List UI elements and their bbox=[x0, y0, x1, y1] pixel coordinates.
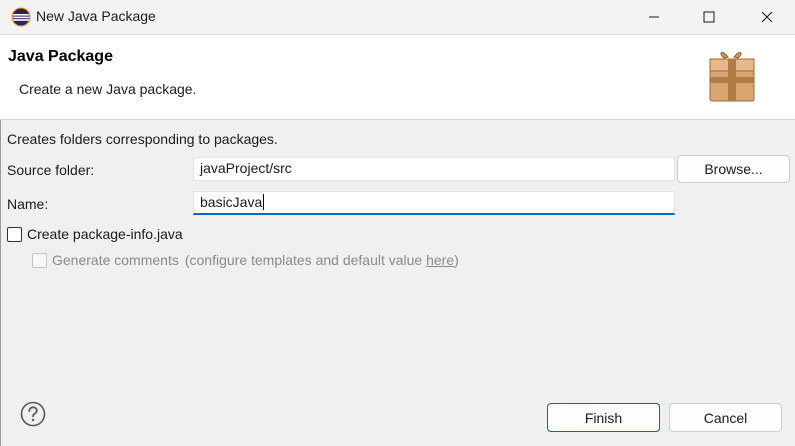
window-title: New Java Package bbox=[36, 8, 156, 24]
text-caret bbox=[263, 194, 265, 210]
maximize-button[interactable] bbox=[686, 0, 732, 34]
hint-prefix: (configure templates and default value bbox=[184, 252, 427, 268]
generate-comments-hint: (configure templates and default value h… bbox=[185, 252, 459, 268]
close-icon bbox=[761, 11, 773, 23]
generate-comments-label: Generate comments bbox=[52, 252, 179, 268]
source-folder-value: javaProject/src bbox=[200, 160, 292, 176]
package-name-input[interactable]: basicJava bbox=[193, 191, 675, 215]
maximize-icon bbox=[703, 11, 715, 23]
finish-button[interactable]: Finish bbox=[547, 403, 660, 432]
source-folder-label: Source folder: bbox=[7, 162, 95, 178]
name-label: Name: bbox=[7, 196, 49, 212]
create-package-info-label: Create package-info.java bbox=[27, 226, 183, 242]
wizard-intro-text: Creates folders corresponding to package… bbox=[7, 131, 278, 147]
generate-comments-row: Generate comments (configure templates a… bbox=[32, 252, 459, 268]
create-package-info-row[interactable]: Create package-info.java bbox=[7, 226, 183, 242]
create-package-info-checkbox[interactable] bbox=[7, 226, 22, 242]
title-bar: New Java Package bbox=[0, 0, 795, 35]
package-wizard-icon bbox=[709, 51, 755, 102]
minimize-icon bbox=[649, 16, 659, 18]
eclipse-icon bbox=[11, 7, 31, 27]
minimize-button[interactable] bbox=[631, 0, 677, 34]
page-title: Java Package bbox=[8, 48, 113, 65]
source-folder-input[interactable]: javaProject/src bbox=[193, 157, 675, 181]
help-icon[interactable] bbox=[20, 401, 46, 427]
page-description: Create a new Java package. bbox=[19, 81, 197, 97]
browse-button[interactable]: Browse... bbox=[677, 155, 790, 183]
hint-suffix: ) bbox=[454, 252, 459, 268]
configure-templates-link[interactable]: here bbox=[426, 252, 454, 268]
wizard-banner: Java Package Create a new Java package. bbox=[0, 35, 795, 120]
generate-comments-checkbox bbox=[32, 252, 47, 268]
close-button[interactable] bbox=[744, 0, 790, 34]
package-name-value: basicJava bbox=[200, 194, 263, 210]
cancel-button[interactable]: Cancel bbox=[669, 403, 782, 432]
